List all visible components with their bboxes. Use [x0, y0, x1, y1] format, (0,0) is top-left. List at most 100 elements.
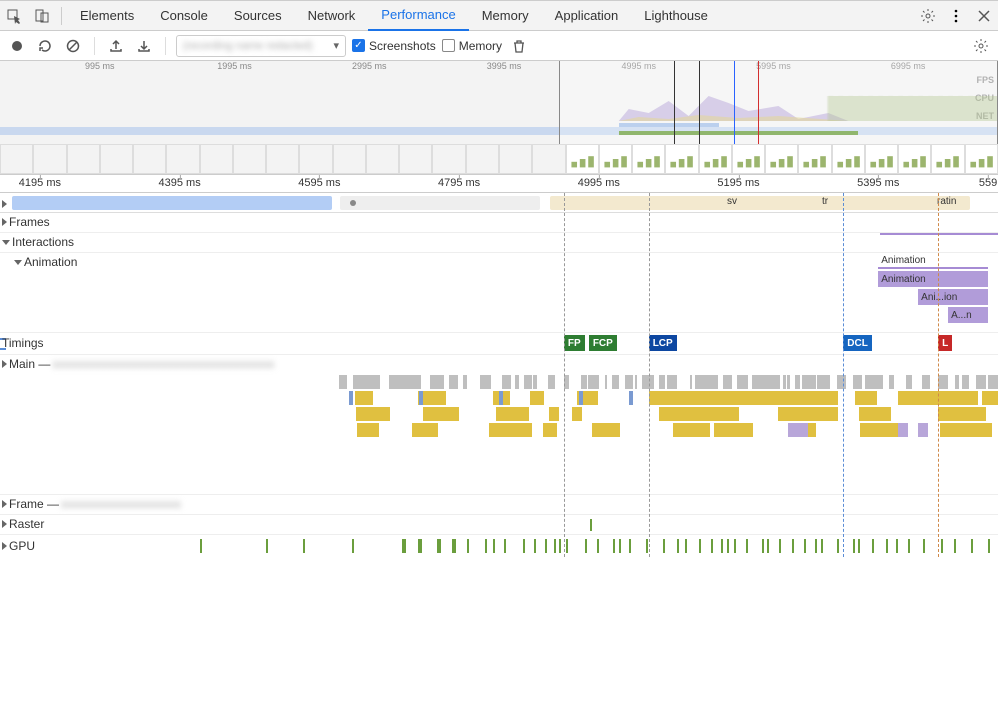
screenshot-thumbnail[interactable] [566, 144, 599, 174]
gpu-task[interactable] [858, 539, 860, 553]
flame-bar[interactable] [811, 375, 816, 389]
gpu-task[interactable] [804, 539, 806, 553]
device-toolbar-icon[interactable] [28, 2, 56, 30]
gpu-task[interactable] [663, 539, 665, 553]
screenshot-thumbnail[interactable] [532, 144, 565, 174]
screenshot-thumbnail[interactable] [499, 144, 532, 174]
tab-console[interactable]: Console [147, 1, 221, 31]
raster-track[interactable]: Raster [0, 515, 998, 535]
gpu-task[interactable] [504, 539, 506, 553]
timing-badge-fcp[interactable]: FCP [589, 335, 617, 351]
flame-bar[interactable] [742, 375, 747, 389]
screenshot-thumbnail[interactable] [100, 144, 133, 174]
screenshot-thumbnail[interactable] [67, 144, 100, 174]
flame-bar[interactable] [918, 423, 928, 437]
flame-bar[interactable] [707, 375, 718, 389]
flame-bar[interactable] [612, 375, 619, 389]
gpu-task[interactable] [988, 539, 990, 553]
flame-bar[interactable] [423, 407, 458, 421]
flame-bar[interactable] [484, 375, 491, 389]
flame-bar[interactable] [564, 375, 569, 389]
flame-bar[interactable] [543, 423, 557, 437]
reload-record-icon[interactable] [34, 35, 56, 57]
flame-bar[interactable] [489, 423, 532, 437]
flame-bar[interactable] [339, 375, 347, 389]
flame-bar[interactable] [673, 423, 709, 437]
gpu-task[interactable] [418, 539, 422, 553]
animation-block[interactable]: Animation [878, 271, 988, 287]
gpu-task[interactable] [303, 539, 305, 553]
flame-bar[interactable] [419, 391, 423, 405]
flame-bar[interactable] [906, 375, 912, 389]
animation-block[interactable]: A...n [948, 307, 988, 323]
flame-bar[interactable] [962, 375, 969, 389]
gpu-task[interactable] [534, 539, 536, 553]
gpu-task[interactable] [585, 539, 587, 553]
gpu-task[interactable] [485, 539, 487, 553]
gpu-task[interactable] [721, 539, 723, 553]
gpu-track[interactable]: GPU [0, 535, 998, 557]
flame-bar[interactable] [783, 375, 786, 389]
flame-bar[interactable] [529, 375, 533, 389]
flame-bar[interactable] [877, 375, 883, 389]
timing-badge-dcl[interactable]: DCL [843, 335, 872, 351]
gpu-task[interactable] [954, 539, 956, 553]
tab-elements[interactable]: Elements [67, 1, 147, 31]
gpu-task[interactable] [646, 539, 648, 553]
tab-memory[interactable]: Memory [469, 1, 542, 31]
tab-lighthouse[interactable]: Lighthouse [631, 1, 721, 31]
gpu-task[interactable] [815, 539, 817, 553]
flame-bar[interactable] [349, 391, 353, 405]
gpu-task[interactable] [559, 539, 561, 553]
settings-icon[interactable] [914, 2, 942, 30]
main-track-header[interactable]: Main —xxxxxxxxxxxxxxxxxxxxxxxxxxxxxxxxxx… [0, 355, 998, 375]
flame-bar[interactable] [629, 391, 633, 405]
network-expand-icon[interactable] [2, 200, 7, 208]
gpu-task[interactable] [837, 539, 839, 553]
frames-track[interactable]: Frames [0, 213, 998, 233]
memory-checkbox[interactable]: Memory [442, 39, 502, 53]
expand-icon[interactable] [2, 520, 7, 528]
screenshot-thumbnail[interactable] [965, 144, 998, 174]
screenshot-thumbnail[interactable] [333, 144, 366, 174]
screenshot-thumbnail[interactable] [0, 144, 33, 174]
flame-bar[interactable] [605, 375, 607, 389]
gpu-task[interactable] [619, 539, 621, 553]
screenshot-thumbnail[interactable] [33, 144, 66, 174]
flame-bar[interactable] [690, 375, 692, 389]
flame-bar[interactable] [357, 423, 379, 437]
gpu-task[interactable] [767, 539, 769, 553]
gpu-task[interactable] [613, 539, 615, 553]
gpu-task[interactable] [908, 539, 910, 553]
expand-icon[interactable] [2, 218, 7, 226]
gpu-task[interactable] [923, 539, 925, 553]
screenshot-thumbnail[interactable] [599, 144, 632, 174]
flame-bar[interactable] [496, 407, 529, 421]
interactions-track-header[interactable]: Interactions [0, 233, 998, 253]
flame-bar[interactable] [416, 375, 420, 389]
profile-select[interactable]: (recording name redacted) ▾ [176, 35, 346, 57]
gpu-task[interactable] [597, 539, 599, 553]
flame-bar[interactable] [572, 407, 582, 421]
flame-bar[interactable] [515, 375, 519, 389]
flame-bar[interactable] [592, 423, 620, 437]
flame-bar[interactable] [588, 375, 599, 389]
overview-timeline[interactable]: 995 ms1995 ms2995 ms3995 ms4995 ms5995 m… [0, 61, 998, 175]
animation-block[interactable]: Ani...ion [918, 289, 988, 305]
gpu-task[interactable] [685, 539, 687, 553]
gpu-task[interactable] [677, 539, 679, 553]
network-track[interactable]: sv tr ratin [0, 193, 998, 213]
flame-bar[interactable] [976, 375, 979, 389]
interactions-track[interactable]: Animation AnimationAnimationAni...ionA..… [0, 253, 998, 333]
load-profile-icon[interactable] [105, 35, 127, 57]
collapse-icon[interactable] [2, 240, 10, 245]
screenshot-thumbnail[interactable] [699, 144, 732, 174]
flame-bar[interactable] [699, 391, 839, 405]
gpu-task[interactable] [200, 539, 202, 553]
gpu-task[interactable] [493, 539, 495, 553]
expand-icon[interactable] [2, 500, 7, 508]
screenshot-thumbnail[interactable] [632, 144, 665, 174]
flame-bar[interactable] [463, 375, 466, 389]
gpu-task[interactable] [746, 539, 748, 553]
gpu-task[interactable] [523, 539, 525, 553]
